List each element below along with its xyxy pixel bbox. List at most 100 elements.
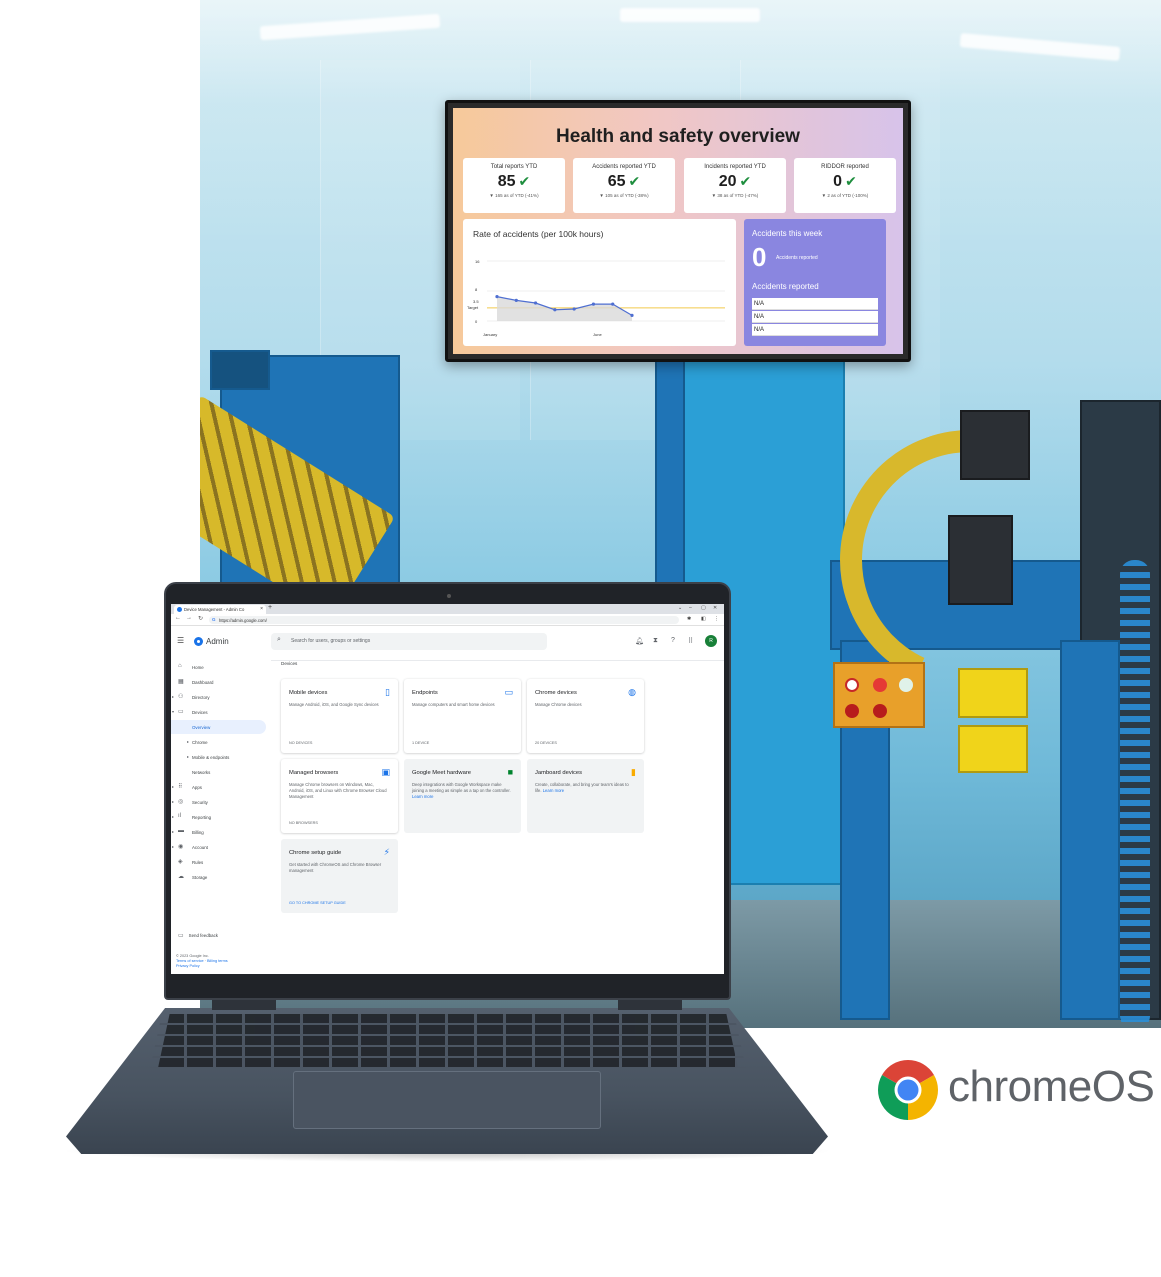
side-panel-icon[interactable]: ◧ [701, 616, 706, 622]
computer-icon: ▭ [504, 687, 513, 697]
admin-main-content: Devices Mobile devices Manage Android, i… [271, 660, 724, 974]
trackpad [293, 1071, 601, 1129]
card-count: NO DEVICES [289, 741, 313, 745]
sidebar-item-billing[interactable]: ▸ ▬ Billing [171, 825, 266, 839]
sidebar-item-chrome[interactable]: ▸ Chrome [171, 735, 266, 749]
sidebar-item-rules[interactable]: ◈ Rules [171, 855, 266, 869]
accident-rate-line-chart [487, 260, 725, 322]
minimize-button[interactable]: – [689, 605, 692, 611]
more-vert-icon[interactable]: ⋮ [714, 616, 719, 622]
card-chrome-devices[interactable]: Chrome devices Manage Chrome devices 20 … [527, 679, 644, 753]
new-tab-button[interactable]: + [268, 604, 272, 611]
maximize-button[interactable]: ▢ [701, 605, 706, 611]
chevron-down-icon[interactable]: ⌄ [678, 605, 682, 611]
close-window-button[interactable]: ✕ [713, 605, 717, 611]
laptop-screen: Device Management - Admin Co × + ⌄ – ▢ ✕… [171, 604, 724, 974]
smartphone-icon: ▯ [385, 687, 390, 697]
help-icon[interactable]: ? [671, 637, 675, 644]
chrome-setup-guide-link[interactable]: GO TO CHROME SETUP GUIDE [289, 901, 346, 905]
sidebar-label: Storage [192, 874, 208, 880]
learn-more-link[interactable]: Learn more [412, 794, 433, 799]
extensions-icon[interactable]: ✱ [687, 616, 691, 622]
google-g-icon: G [212, 617, 216, 622]
sidebar-label: Reporting [192, 814, 212, 820]
card-managed-browsers[interactable]: Managed browsers Manage Chrome browsers … [281, 759, 398, 833]
admin-sidebar: ⌂ Home ▦ Dashboard ▸ ⚇ Directory ▾ ▭ Devices O… [171, 660, 269, 974]
card-jamboard-devices[interactable]: Jamboard devices Create, collaborate, an… [527, 759, 644, 833]
check-icon: ✔ [518, 173, 531, 189]
sidebar-item-home[interactable]: ⌂ Home [171, 660, 266, 674]
learn-more-link[interactable]: Learn more [543, 788, 564, 793]
sidebar-item-security[interactable]: ▸ ◎ Security [171, 795, 266, 809]
admin-search-input[interactable]: ⌕ Search for users, groups or settings [271, 633, 547, 650]
accident-rate-chart-card: Rate of accidents (per 100k hours) 16 8 … [463, 219, 736, 346]
jamboard-icon: ▮ [631, 767, 636, 777]
button-light [899, 678, 913, 692]
admin-footer: © 2023 Google Inc. Terms of service · Bi… [176, 954, 228, 969]
chromeos-wordmark: chromeOS [948, 1062, 1155, 1111]
sidebar-item-dashboard[interactable]: ▦ Dashboard [171, 675, 266, 689]
sidebar-item-directory[interactable]: ▸ ⚇ Directory [171, 690, 266, 704]
kpi-label: Accidents reported YTD [592, 164, 656, 170]
apps-grid-icon[interactable]: ⠿ [688, 637, 693, 645]
terms-of-service-link[interactable]: Terms of service [176, 959, 204, 963]
chrome-logo-icon [878, 1060, 938, 1120]
check-icon: ✔ [739, 173, 752, 189]
sidebar-item-mobile-endpoints[interactable]: ▸ Mobile & endpoints [171, 750, 266, 764]
browser-tab[interactable]: Device Management - Admin Co × [174, 605, 266, 614]
hamburger-menu-icon[interactable]: ☰ [177, 636, 184, 645]
sidebar-item-storage[interactable]: ☁ Storage [171, 870, 266, 884]
billing-terms-link[interactable]: Billing terms [207, 959, 228, 963]
card-count: 1 DEVICE [412, 741, 430, 745]
sidebar-item-devices[interactable]: ▾ ▭ Devices [171, 705, 266, 719]
privacy-policy-link[interactable]: Privacy Policy [176, 964, 228, 969]
card-endpoints[interactable]: Endpoints Manage computers and smart hom… [404, 679, 521, 753]
card-description: Manage computers and smart home devices [412, 702, 495, 707]
close-icon[interactable]: × [260, 606, 263, 612]
accidents-table-row: N/A [752, 324, 878, 336]
card-description-text: Deep integrations with Google Workspace … [412, 782, 511, 793]
caret-icon: ▸ [187, 754, 190, 759]
data-point [553, 308, 557, 312]
home-icon: ⌂ [178, 663, 182, 669]
card-google-meet-hardware[interactable]: Google Meet hardware Deep integrations w… [404, 759, 521, 833]
forward-arrow-icon[interactable]: → [186, 615, 192, 621]
caret-icon: ▸ [172, 694, 175, 699]
sidebar-item-account[interactable]: ▸ ◉ Account [171, 840, 266, 854]
card-count: NO BROWSERS [289, 821, 318, 825]
kpi-card: Total reports YTD 85 ✔ ▼ 165 as of YTD (-… [463, 158, 565, 213]
card-mobile-devices[interactable]: Mobile devices Manage Android, iOS, and … [281, 679, 398, 753]
card-chrome-setup-guide[interactable]: Chrome setup guide Get started with Chro… [281, 839, 398, 913]
caret-icon: ▸ [172, 844, 175, 849]
hourglass-icon[interactable]: ⧗ [653, 637, 658, 645]
kpi-label: Incidents reported YTD [704, 164, 766, 170]
caret-icon: ▾ [172, 709, 175, 714]
kpi-value: 0 [833, 173, 843, 190]
address-bar[interactable]: G https://admin.google.com/ [209, 616, 679, 624]
sidebar-item-apps[interactable]: ▸ ⠿ Apps [171, 780, 266, 794]
notifications-bell-icon[interactable]: 🔔︎ [635, 637, 644, 645]
url-text: https://admin.google.com/ [219, 617, 267, 623]
account-avatar[interactable]: R [705, 635, 717, 647]
sidebar-item-overview[interactable]: Overview [171, 720, 266, 734]
chrome-icon: ◍ [628, 687, 636, 697]
accidents-week-label: Accidents reported [776, 255, 818, 261]
sidebar-item-networks[interactable]: Networks [171, 765, 266, 779]
card-title: Chrome setup guide [289, 850, 342, 856]
devices-icon: ▭ [178, 709, 184, 715]
cloud-icon: ☁ [178, 874, 184, 880]
keyboard-rows [150, 1014, 746, 1068]
send-feedback-link[interactable]: ▭ Send feedback [178, 932, 218, 939]
card-count: 20 DEVICES [535, 741, 557, 745]
caret-icon: ▸ [172, 784, 175, 789]
sidebar-label: Overview [192, 724, 211, 730]
account-settings-icon: ◉ [178, 844, 184, 850]
sidebar-item-reporting[interactable]: ▸ ıl Reporting [171, 810, 266, 824]
sidebar-label: Devices [192, 709, 208, 715]
feedback-icon: ▭ [178, 933, 184, 939]
safety-dashboard: Health and safety overview Total reports… [453, 108, 903, 354]
admin-app-name[interactable]: Admin [206, 637, 229, 646]
fan-housing [960, 410, 1030, 480]
reload-icon[interactable]: ↻ [198, 615, 203, 622]
back-arrow-icon[interactable]: ← [175, 615, 181, 621]
